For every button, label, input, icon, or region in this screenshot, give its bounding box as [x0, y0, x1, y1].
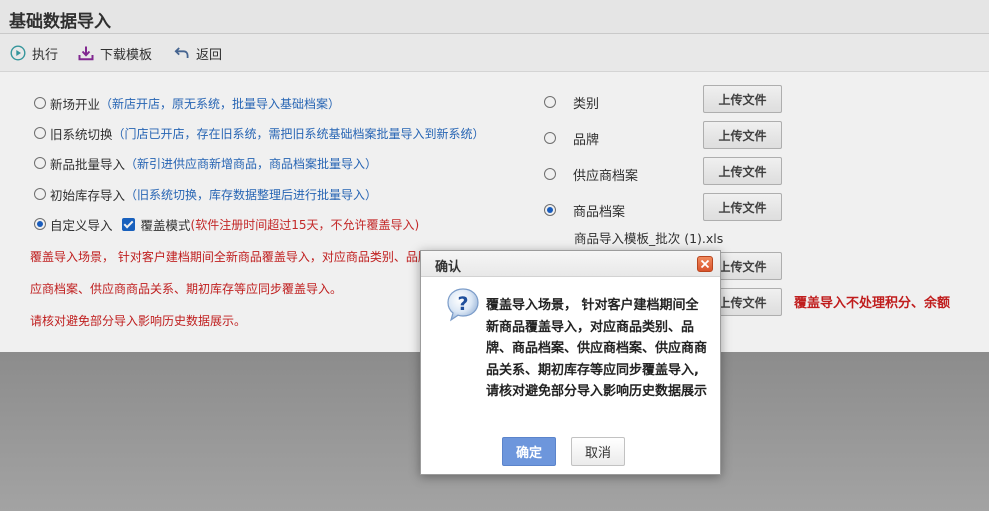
option-label: 新品批量导入 [50, 156, 126, 172]
option-label: 新场开业 [50, 96, 101, 112]
category-brand[interactable]: 品牌 [544, 129, 600, 148]
option-custom-import[interactable]: 自定义导入 覆盖模式 (软件注册时间超过15天，不允许覆盖导入) [34, 215, 419, 233]
play-circle-icon [10, 45, 26, 61]
back-button[interactable]: 返回 [174, 43, 222, 63]
run-button-label: 执行 [32, 47, 59, 63]
question-icon: ? [447, 288, 479, 322]
close-icon [700, 259, 710, 269]
radio-new-product-batch[interactable] [34, 157, 46, 169]
option-new-store[interactable]: 新场开业 （新店开店，原无系统，批量导入基础档案） [34, 94, 340, 112]
dialog-message: 覆盖导入场景， 针对客户建档期间全新商品覆盖导入，对应商品类别、品牌、商品档案、… [486, 298, 708, 399]
page-title: 基础数据导入 [9, 12, 111, 32]
download-icon [78, 46, 94, 61]
upload-file-button-brand[interactable]: 上传文件 [703, 121, 782, 149]
confirm-dialog: 确认 ? 覆盖导入场景， 针对客户建档期间全新商品覆盖导入，对应商品类别、品牌、… [420, 250, 721, 475]
dialog-title: 确认 [435, 260, 462, 275]
title-bar: 基础数据导入 [0, 0, 989, 34]
category-label: 供应商档案 [573, 168, 639, 184]
overwrite-mode-checkbox[interactable] [121, 217, 135, 231]
uploaded-file-name: 商品导入模板_批次 (1).xls [574, 231, 724, 246]
download-template-label: 下载模板 [100, 47, 153, 63]
option-label: 初始库存导入 [50, 187, 126, 203]
option-note: （门店已开店，存在旧系统，需把旧系统基础档案批量导入到新系统） [112, 126, 485, 141]
upload-file-button-product[interactable]: 上传文件 [703, 193, 782, 221]
overwrite-description-line-2: 应商档案、供应商商品关系、期初库存等应同步覆盖导入。 [30, 282, 343, 296]
radio-system-switch[interactable] [34, 127, 46, 139]
overwrite-description-line-1: 覆盖导入场景， 针对客户建档期间全新商品覆盖导入，对应商品类别、品牌 [30, 250, 430, 264]
svg-text:?: ? [457, 293, 468, 315]
upload-file-button-type[interactable]: 上传文件 [703, 85, 782, 113]
overwrite-mode-warning: (软件注册时间超过15天，不允许覆盖导入) [190, 217, 420, 232]
back-button-label: 返回 [196, 47, 223, 63]
category-type[interactable]: 类别 [544, 93, 600, 112]
radio-category-brand[interactable] [544, 132, 556, 144]
option-new-product-batch[interactable]: 新品批量导入 （新引进供应商新增商品，商品档案批量导入） [34, 154, 377, 172]
overwrite-side-warning: 覆盖导入不处理积分、余额 [794, 296, 951, 311]
overwrite-description-line-3: 请核对避免部分导入影响历史数据展示。 [30, 314, 247, 328]
category-supplier[interactable]: 供应商档案 [544, 165, 639, 184]
category-label: 品牌 [573, 132, 600, 148]
radio-category-supplier[interactable] [544, 168, 556, 180]
upload-file-button-supplier[interactable]: 上传文件 [703, 157, 782, 185]
radio-initial-stock[interactable] [34, 188, 46, 200]
undo-arrow-icon [174, 47, 189, 58]
option-note: （新引进供应商新增商品，商品档案批量导入） [125, 156, 378, 171]
radio-custom-import[interactable] [34, 218, 46, 230]
radio-category-product[interactable] [544, 204, 556, 216]
option-label: 自定义导入 [50, 217, 113, 233]
category-label: 商品档案 [573, 204, 626, 220]
download-template-button[interactable]: 下载模板 [78, 43, 152, 63]
radio-category-type[interactable] [544, 96, 556, 108]
overwrite-mode-label: 覆盖模式 [140, 217, 191, 233]
option-label: 旧系统切换 [50, 126, 113, 142]
dialog-close-button[interactable] [697, 256, 713, 272]
dialog-header: 确认 [421, 251, 720, 277]
toolbar: 执行 下载模板 返回 [0, 34, 989, 72]
category-label: 类别 [573, 96, 600, 112]
category-product[interactable]: 商品档案 [544, 201, 626, 220]
option-note: （旧系统切换，库存数据整理后进行批量导入） [125, 187, 378, 202]
option-note: （新店开店，原无系统，批量导入基础档案） [100, 96, 341, 111]
option-initial-stock[interactable]: 初始库存导入 （旧系统切换，库存数据整理后进行批量导入） [34, 185, 377, 203]
option-system-switch[interactable]: 旧系统切换 （门店已开店，存在旧系统，需把旧系统基础档案批量导入到新系统） [34, 124, 485, 142]
radio-new-store[interactable] [34, 97, 46, 109]
cancel-button[interactable]: 取消 [571, 437, 625, 466]
confirm-button[interactable]: 确定 [502, 437, 556, 466]
run-button[interactable]: 执行 [10, 43, 58, 63]
